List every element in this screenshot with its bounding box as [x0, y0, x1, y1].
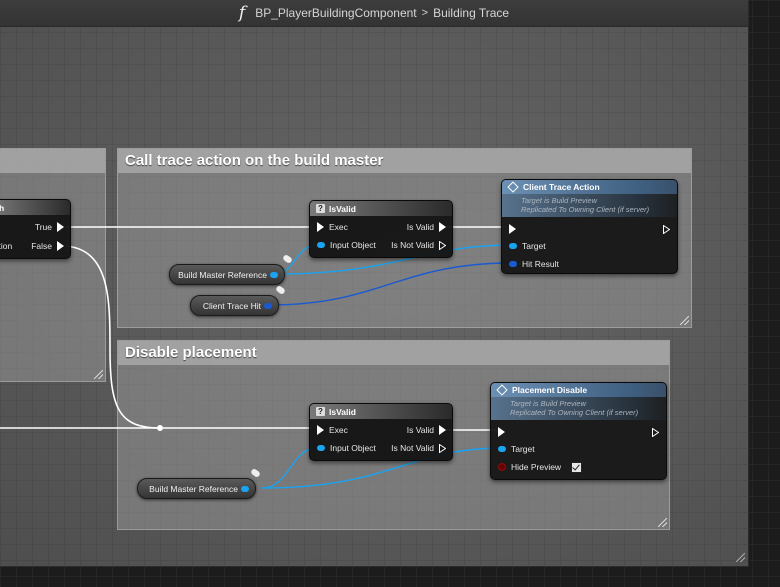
placement-disable-node[interactable]: Placement Disable Target is Build Previe…: [490, 382, 667, 480]
variable-label: Build Master Reference: [149, 483, 238, 494]
target-info: Target is Build Preview: [510, 399, 587, 408]
isvalid-node[interactable]: ? IsValid Exec Input Object Is Valid Is N…: [309, 200, 453, 258]
node-title: Client Trace Action: [523, 182, 600, 192]
breadcrumb-blueprint[interactable]: BP_PlayerBuildingComponent: [255, 6, 416, 20]
node-title: IsValid: [329, 406, 356, 417]
exec-in-pin[interactable]: [317, 222, 324, 232]
hit-result-label: Hit Result: [522, 259, 559, 269]
function-icon: [507, 181, 519, 193]
is-valid-label: Is Valid: [406, 222, 434, 232]
exec-wire: [65, 245, 161, 429]
exec-out-pin-unconnected[interactable]: [663, 224, 670, 234]
struct-out-pin[interactable]: [264, 302, 272, 309]
breadcrumb-titlebar: f BP_PlayerBuildingComponent > Building …: [0, 0, 748, 27]
false-prefix: tion: [0, 241, 13, 251]
object-out-pin[interactable]: [270, 271, 278, 278]
exec-in-pin[interactable]: [498, 427, 505, 437]
exec-out-pin[interactable]: [57, 241, 64, 251]
exec-out-pin[interactable]: [439, 222, 446, 232]
replication-info: Replicated To Owning Client (if server): [510, 408, 639, 417]
target-label: Target: [511, 444, 535, 454]
is-not-valid-label: Is Not Valid: [391, 240, 434, 250]
function-icon: f: [238, 3, 246, 23]
target-pin[interactable]: [509, 243, 517, 249]
node-title: h: [0, 202, 5, 213]
target-label: Target: [522, 241, 546, 251]
exec-out-pin-unconnected[interactable]: [439, 443, 446, 453]
is-valid-label: Is Valid: [406, 425, 434, 435]
isvalid-node[interactable]: ? IsValid Exec Input Object Is Valid Is N…: [309, 403, 453, 461]
wires-layer: [0, 226, 513, 489]
exec-in-pin[interactable]: [509, 224, 516, 234]
exec-label: Exec: [329, 222, 348, 232]
variable-build-master-reference[interactable]: Build Master Reference: [137, 478, 256, 499]
hide-preview-checkbox[interactable]: [571, 461, 583, 473]
exec-out-pin-unconnected[interactable]: [439, 240, 446, 250]
exec-out-pin-unconnected[interactable]: [652, 427, 659, 437]
breadcrumb-separator: >: [421, 7, 429, 19]
replication-info: Replicated To Owning Client (if server): [521, 205, 650, 214]
variable-build-master-reference[interactable]: Build Master Reference: [169, 264, 285, 285]
macro-icon: ?: [316, 204, 325, 213]
panel-resize-grip[interactable]: [736, 553, 745, 562]
true-label: True: [34, 222, 52, 232]
exec-in-pin[interactable]: [317, 425, 324, 435]
reroute-node[interactable]: [157, 425, 163, 431]
hide-preview-pin[interactable]: [498, 463, 506, 471]
is-not-valid-label: Is Not Valid: [391, 443, 434, 453]
input-object-label: Input Object: [330, 240, 376, 250]
false-label: False: [31, 241, 52, 251]
exec-out-pin[interactable]: [57, 222, 64, 232]
variable-client-trace-hit[interactable]: Client Trace Hit: [190, 295, 279, 316]
node-title: IsValid: [329, 203, 356, 214]
input-object-pin[interactable]: [317, 242, 325, 248]
hit-result-pin[interactable]: [509, 261, 517, 267]
struct-wire: [269, 262, 513, 306]
node-title: Placement Disable: [512, 385, 588, 395]
target-pin[interactable]: [498, 446, 506, 452]
breadcrumb-function[interactable]: Building Trace: [433, 6, 509, 20]
branch-node[interactable]: h True tion False: [0, 199, 71, 259]
client-trace-action-node[interactable]: Client Trace Action Target is Build Prev…: [501, 179, 678, 274]
hide-preview-label: Hide Preview: [511, 462, 562, 472]
variable-label: Build Master Reference: [178, 269, 267, 280]
input-object-label: Input Object: [330, 443, 376, 453]
object-out-pin[interactable]: [241, 485, 249, 492]
exec-label: Exec: [329, 425, 348, 435]
macro-icon: ?: [316, 407, 325, 416]
target-info: Target is Build Preview: [521, 196, 598, 205]
variable-label: Client Trace Hit: [202, 300, 261, 311]
function-icon: [496, 384, 508, 396]
input-object-pin[interactable]: [317, 445, 325, 451]
exec-out-pin[interactable]: [439, 425, 446, 435]
